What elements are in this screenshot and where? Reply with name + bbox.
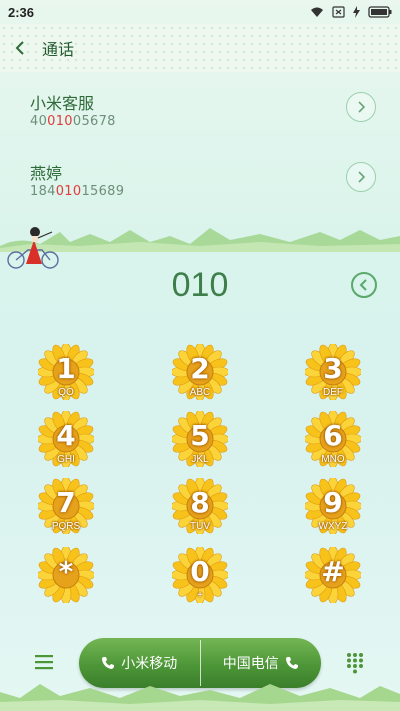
contact-number: 18401015689: [30, 184, 125, 199]
charging-bolt-icon: [353, 6, 360, 18]
key-0[interactable]: 0 +: [172, 547, 228, 603]
key-7[interactable]: 7 PQRS: [38, 478, 94, 534]
key-9[interactable]: 9 WXYZ: [305, 478, 361, 534]
contact-row[interactable]: 小米客服 4001005678: [0, 90, 400, 150]
sim2-label: 中国电信: [222, 656, 279, 672]
backspace-icon: [359, 279, 367, 291]
key-digit: 9: [323, 485, 343, 519]
girl-on-bicycle-illustration: [7, 227, 59, 269]
page-title: 通话: [42, 40, 75, 59]
wifi-icon: [311, 7, 323, 17]
key-6[interactable]: 6 MNO: [305, 411, 361, 467]
key-letters: WXYZ: [318, 521, 348, 532]
key-letters: ABC: [189, 387, 211, 398]
key-digit: #: [321, 554, 345, 588]
key-digit: 4: [56, 418, 76, 452]
key-digit: 3: [323, 351, 343, 385]
key-digit: *: [58, 554, 74, 588]
grass-decoration: [0, 684, 400, 711]
menu-icon[interactable]: [33, 652, 55, 672]
back-button[interactable]: [14, 39, 32, 57]
contact-number: 4001005678: [30, 114, 116, 129]
contact-detail-button[interactable]: [346, 92, 376, 122]
key-letters: DEF: [323, 387, 343, 398]
contact-row[interactable]: 燕婷 18401015689: [0, 160, 400, 220]
key-letters: TUV: [190, 521, 210, 532]
chevron-right-icon: [358, 171, 366, 183]
status-time: 2:36: [8, 4, 35, 20]
key-letters: GHI: [57, 454, 75, 465]
backspace-button[interactable]: [351, 272, 377, 298]
top-bar: 通话: [0, 24, 400, 72]
phone-icon: [285, 657, 298, 669]
back-arrow-icon: [15, 41, 24, 55]
key-5[interactable]: 5 JKL: [172, 411, 228, 467]
key-letters: JKL: [191, 454, 209, 465]
dialpad-icon[interactable]: [345, 652, 365, 674]
dialed-number: 010: [171, 266, 229, 304]
key-digit: 0: [190, 554, 210, 588]
key-letters: QO: [58, 387, 74, 398]
chevron-right-icon: [358, 101, 366, 113]
key-2[interactable]: 2 ABC: [172, 344, 228, 400]
key-digit: 1: [56, 351, 76, 385]
key-letters: MNO: [321, 454, 345, 465]
key-digit: 7: [56, 485, 76, 519]
key-8[interactable]: 8 TUV: [172, 478, 228, 534]
key-hash[interactable]: #: [305, 547, 361, 603]
key-letters: +: [197, 590, 203, 601]
key-4[interactable]: 4 GHI: [38, 411, 94, 467]
contact-name: 小米客服: [30, 94, 95, 113]
sim1-label: 小米移动: [121, 656, 178, 672]
phone-icon: [102, 657, 115, 669]
key-letters: PQRS: [51, 521, 81, 532]
contact-name: 燕婷: [30, 164, 63, 183]
contact-detail-button[interactable]: [346, 162, 376, 192]
sim-off-icon: [332, 6, 345, 18]
key-1[interactable]: 1 QO: [38, 344, 94, 400]
key-3[interactable]: 3 DEF: [305, 344, 361, 400]
status-bar: 2:36: [0, 0, 400, 24]
key-star[interactable]: *: [38, 547, 94, 603]
key-digit: 5: [190, 418, 210, 452]
key-digit: 8: [190, 485, 210, 519]
key-digit: 6: [323, 418, 343, 452]
key-digit: 2: [190, 351, 210, 385]
battery-charging-icon: [368, 6, 392, 18]
